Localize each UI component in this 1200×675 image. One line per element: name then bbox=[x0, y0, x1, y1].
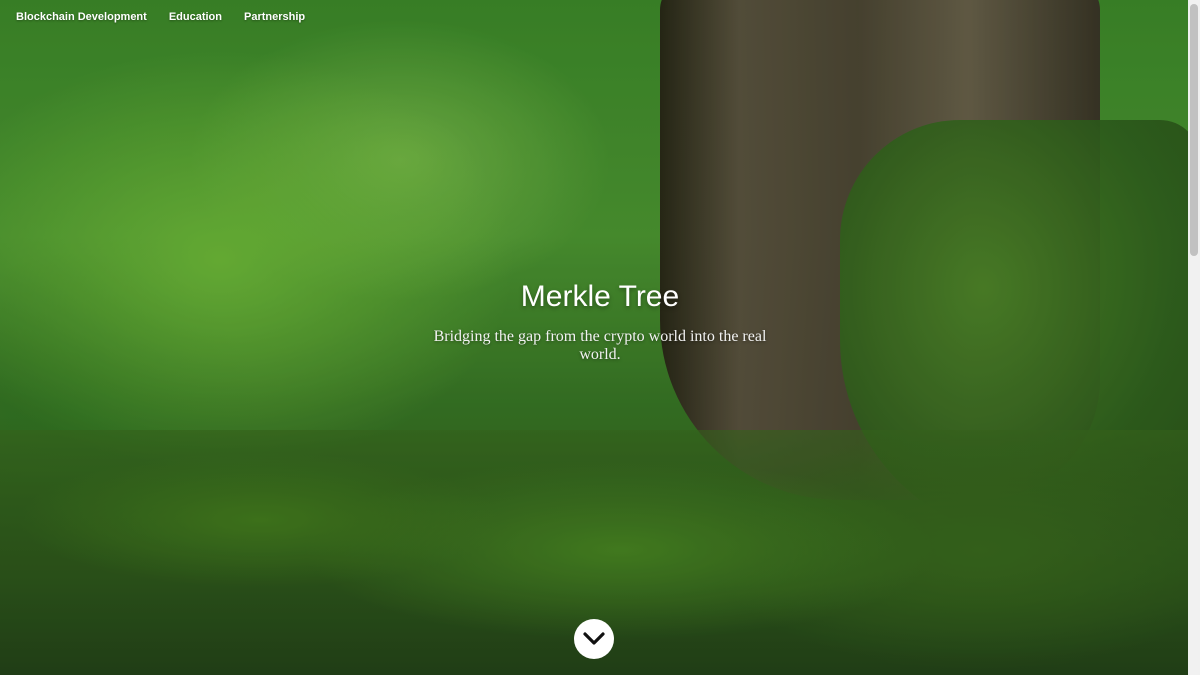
hero: Merkle Tree Bridging the gap from the cr… bbox=[0, 280, 1200, 364]
hero-subtitle: Bridging the gap from the crypto world i… bbox=[433, 328, 767, 363]
page-title: Merkle Tree bbox=[520, 280, 680, 313]
main-nav: Blockchain Development Education Partner… bbox=[16, 11, 305, 23]
scroll-down-button[interactable] bbox=[574, 619, 614, 659]
nav-link-education[interactable]: Education bbox=[169, 11, 222, 23]
page: Blockchain Development Education Partner… bbox=[0, 0, 1200, 675]
page-scrollbar[interactable] bbox=[1188, 0, 1200, 675]
chevron-down-icon bbox=[583, 632, 605, 645]
nav-link-partnership[interactable]: Partnership bbox=[244, 11, 305, 23]
nav-link-blockchain-development[interactable]: Blockchain Development bbox=[16, 11, 147, 23]
scrollbar-thumb[interactable] bbox=[1190, 4, 1198, 256]
